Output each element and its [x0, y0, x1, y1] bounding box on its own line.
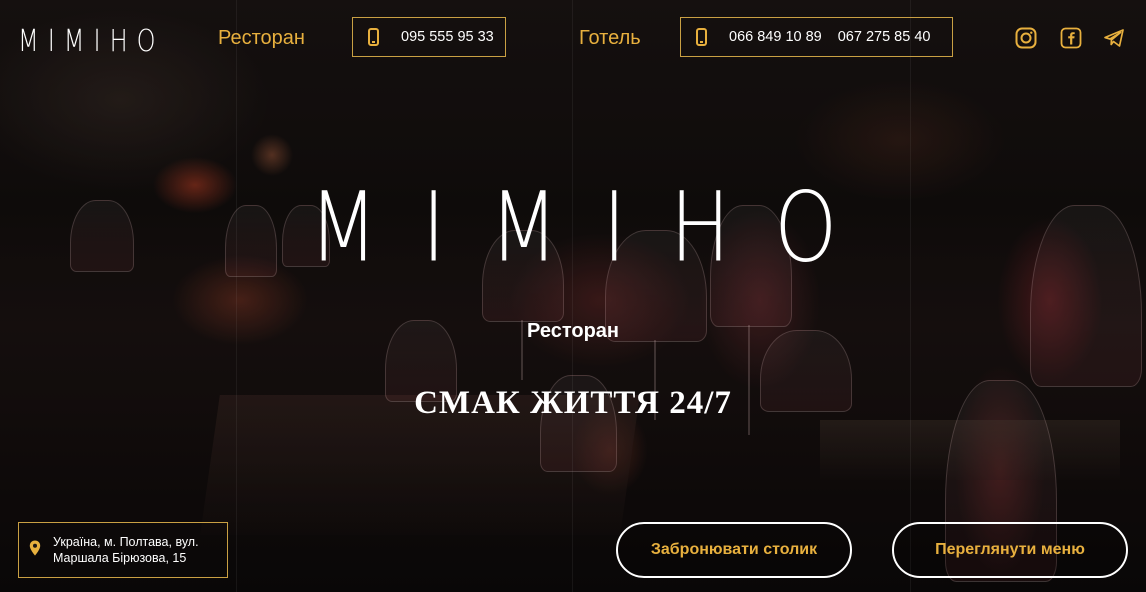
telegram-icon[interactable]	[1103, 27, 1125, 49]
address-box[interactable]: Україна, м. Полтава, вул. Маршала Бірюзо…	[18, 522, 228, 578]
hero-logo: MIMIHO	[308, 171, 882, 284]
hotel-phone-number-1[interactable]: 066 849 10 89	[729, 29, 822, 45]
nav-hotel-link[interactable]: Готель	[579, 26, 641, 50]
hero-subtitle: Ресторан	[527, 320, 619, 342]
hotel-phone-number-2[interactable]: 067 275 85 40	[838, 29, 931, 45]
book-table-button[interactable]: Забронювати столик	[616, 522, 852, 578]
restaurant-phone-box[interactable]: 095 555 95 33	[352, 17, 506, 57]
hotel-phone-box[interactable]: 066 849 10 89 067 275 85 40	[680, 17, 953, 57]
site-logo[interactable]: MIMIHO	[18, 26, 165, 56]
hero-overlay	[0, 0, 1146, 592]
address-line-2: Маршала Бірюзова, 15	[53, 551, 187, 565]
nav-restaurant-link[interactable]: Ресторан	[218, 26, 305, 50]
view-menu-button[interactable]: Переглянути меню	[892, 522, 1128, 578]
address-line-1: Україна, м. Полтава, вул.	[53, 535, 199, 549]
phone-icon	[696, 28, 707, 46]
location-pin-icon	[29, 540, 41, 561]
phone-icon	[368, 28, 379, 46]
hero-slogan: СМАК ЖИТТЯ 24/7	[414, 385, 732, 421]
hero-section: MIMIHO Ресторан 095 555 95 33 Готель 066…	[0, 0, 1146, 592]
facebook-icon[interactable]	[1060, 27, 1082, 49]
address-text: Україна, м. Полтава, вул. Маршала Бірюзо…	[53, 534, 213, 566]
restaurant-phone-number[interactable]: 095 555 95 33	[401, 29, 494, 45]
instagram-icon[interactable]	[1015, 27, 1037, 49]
